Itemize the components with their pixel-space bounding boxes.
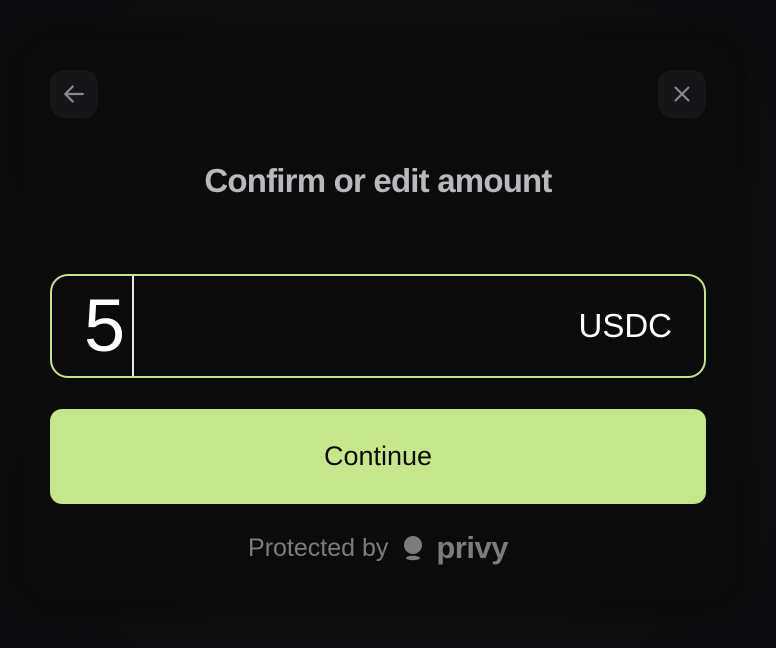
close-icon <box>674 86 690 102</box>
amount-value[interactable]: 5 <box>84 286 125 366</box>
close-button[interactable] <box>658 70 706 118</box>
privy-logo: privy <box>402 530 508 566</box>
amount-modal: Confirm or edit amount 5 USDC Continue P… <box>18 38 738 604</box>
privy-wordmark: privy <box>436 530 508 565</box>
modal-title: Confirm or edit amount <box>204 162 552 199</box>
continue-button[interactable]: Continue <box>50 409 706 504</box>
back-button[interactable] <box>50 70 98 118</box>
privy-mark-icon <box>404 536 423 561</box>
protected-by-text: Protected by <box>248 533 389 562</box>
currency-label: USDC <box>578 307 672 344</box>
text-caret <box>132 276 134 376</box>
amount-input[interactable]: 5 USDC <box>50 274 706 378</box>
arrow-left-icon <box>64 85 84 103</box>
protected-by-footer: Protected by privy <box>18 530 738 566</box>
